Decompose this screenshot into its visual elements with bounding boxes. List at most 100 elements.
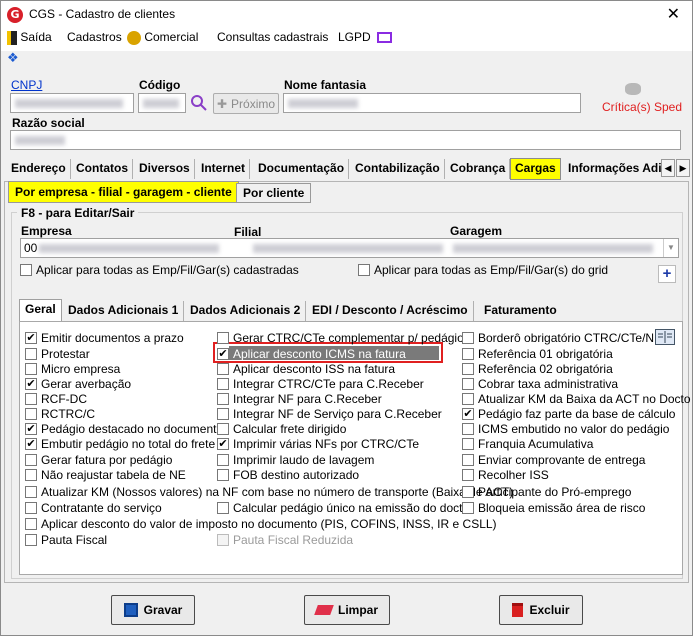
tab-cobranca[interactable]: Cobrança (446, 159, 511, 179)
codigo-field[interactable] (138, 93, 186, 113)
aplicar-cadastradas-checkbox[interactable]: Aplicar para todas as Emp/Fil/Gar(s) cad… (20, 262, 299, 277)
cb-calcular-frete-dirigido[interactable]: Calcular frete dirigido (217, 421, 346, 436)
tab-dados-adicionais-1[interactable]: Dados Adicionais 1 (63, 301, 185, 321)
cb-gerar-ctrc-complementar[interactable]: Gerar CTRC/CTe complementar p/ pedágio (217, 330, 464, 345)
subtab-por-empresa[interactable]: Por empresa - filial - garagem - cliente (8, 181, 239, 203)
dropdown-icon[interactable]: ▼ (663, 239, 678, 257)
cb-aplicar-desconto-imposto[interactable]: Aplicar desconto do valor de imposto no … (25, 516, 497, 531)
aplicar-grid-checkbox[interactable]: Aplicar para todas as Emp/Fil/Gar(s) do … (358, 262, 608, 277)
checkbox-box: ✔ (25, 376, 37, 390)
cb-gerar-fatura-pedagio[interactable]: Gerar fatura por pedágio (25, 452, 172, 467)
excluir-button[interactable]: Excluir (499, 595, 583, 625)
limpar-label: Limpar (337, 603, 378, 617)
close-icon[interactable]: ✕ (667, 4, 680, 23)
tab-contabilizacao[interactable]: Contabilização (351, 159, 445, 179)
gravar-button[interactable]: Gravar (111, 595, 195, 625)
proximo-label: Próximo (231, 96, 276, 111)
cnpj-link[interactable]: CNPJ (11, 78, 42, 92)
tab-scroll-left-icon[interactable]: ◀ (661, 159, 675, 177)
checkbox-label: Referência 01 obrigatória (478, 346, 613, 361)
tab-faturamento[interactable]: Faturamento (479, 301, 562, 321)
add-row-icon[interactable]: + (658, 265, 676, 283)
cb-pedagio-base-calculo[interactable]: ✔ Pedágio faz parte da base de cálculo (462, 406, 675, 421)
checkbox-label: Pauta Fiscal (41, 532, 108, 547)
cb-calcular-pedagio-unico[interactable]: Calcular pedágio único na emissão do doc… (217, 500, 469, 515)
cb-referencia-02[interactable]: Referência 02 obrigatória (462, 361, 613, 376)
book-icon[interactable] (655, 329, 675, 345)
cb-referencia-01[interactable]: Referência 01 obrigatória (462, 346, 613, 361)
cb-rctrc-c[interactable]: RCTRC/C (25, 406, 95, 421)
garagem-label: Garagem (450, 224, 503, 238)
cnpj-field[interactable] (10, 93, 134, 113)
app-logo-icon: G (7, 7, 23, 23)
razao-social-field[interactable] (10, 130, 681, 150)
checkbox-label: Integrar NF para C.Receber (233, 391, 382, 406)
cb-fob-destino[interactable]: FOB destino autorizado (217, 467, 359, 482)
cb-cobrar-taxa[interactable]: Cobrar taxa administrativa (462, 376, 618, 391)
cb-imprimir-laudo[interactable]: Imprimir laudo de lavagem (217, 452, 374, 467)
cb-rcf-dc[interactable]: RCF-DC (25, 391, 87, 406)
cb-gerar-averbacao[interactable]: ✔ Gerar averbação (25, 376, 131, 391)
checkbox-label: Atualizar KM da Baixa da ACT no Docto (478, 391, 691, 406)
proximo-button[interactable]: ✚ Próximo (213, 93, 279, 114)
menu-cadastros-label: Cadastros (67, 30, 122, 44)
checkbox-box: ✔ (217, 346, 229, 360)
tab-informacoes[interactable]: Informações Adi (564, 159, 664, 179)
checkbox-label: Calcular pedágio único na emissão do doc… (233, 500, 470, 515)
checkbox-box: ✔ (462, 406, 474, 420)
cb-emitir-documentos[interactable]: ✔ Emitir documentos a prazo (25, 330, 184, 345)
cb-aplicar-desconto-icms[interactable]: ✔ Aplicar desconto ICMS na fatura (217, 346, 406, 361)
limpar-button[interactable]: Limpar (304, 595, 390, 625)
cb-bloqueia-area-risco[interactable]: Bloqueia emissão área de risco (462, 500, 645, 515)
cb-franquia-acumulativa[interactable]: Franquia Acumulativa (462, 436, 593, 451)
cb-bordero-obrigatorio[interactable]: Borderô obrigatório CTRC/CTe/NF (462, 330, 661, 345)
cb-micro-empresa[interactable]: Micro empresa (25, 361, 120, 376)
cb-pedagio-destacado[interactable]: ✔ Pedágio destacado no documento (25, 421, 223, 436)
tab-diversos[interactable]: Diversos (135, 159, 195, 179)
cb-contratante-servico[interactable]: Contratante do serviço (25, 500, 162, 515)
cb-imprimir-varias-nfs[interactable]: ✔ Imprimir várias NFs por CTRC/CTe (217, 436, 419, 451)
checkbox-box (462, 331, 474, 344)
search-icon[interactable] (190, 94, 208, 112)
cb-nao-reajustar[interactable]: Não reajustar tabela de NE (25, 467, 186, 482)
menu-comercial[interactable]: Comercial (127, 29, 198, 49)
tab-dados-adicionais-2[interactable]: Dados Adicionais 2 (185, 301, 307, 321)
emp-fil-gar-grid[interactable]: 00 ▼ (20, 238, 679, 258)
cb-recolher-iss[interactable]: Recolher ISS (462, 467, 549, 482)
plus-icon: ✚ (216, 96, 228, 111)
menu-cadastros[interactable]: Cadastros (67, 29, 122, 49)
cb-protestar[interactable]: Protestar (25, 346, 90, 361)
cb-integrar-ctrc[interactable]: Integrar CTRC/CTe para C.Receber (217, 376, 424, 391)
checkbox-box: ✔ (25, 436, 37, 450)
nome-fantasia-field[interactable] (283, 93, 581, 113)
menu-consultas[interactable]: Consultas cadastrais (217, 29, 328, 49)
checkbox-box (25, 362, 37, 375)
cb-pauta-fiscal[interactable]: Pauta Fiscal (25, 532, 107, 547)
cb-atualizar-km-nf[interactable]: Atualizar KM (Nossos valores) na NF com … (25, 484, 513, 499)
menu-lgpd[interactable]: LGPD (338, 29, 393, 49)
subtab-por-cliente[interactable]: Por cliente (236, 183, 312, 203)
checkbox-label: Pedágio destacado no documento (41, 421, 224, 436)
checkbox-box (462, 501, 474, 514)
cb-embutir-pedagio[interactable]: ✔ Embutir pedágio no total do frete (25, 436, 215, 451)
tab-contatos[interactable]: Contatos (72, 159, 133, 179)
tab-edi-desconto[interactable]: EDI / Desconto / Acréscimo (307, 301, 474, 321)
checkbox-label: Calcular frete dirigido (233, 421, 347, 436)
checkbox-label: Não reajustar tabela de NE (41, 467, 186, 482)
cb-atualizar-km-baixa[interactable]: Atualizar KM da Baixa da ACT no Docto (462, 391, 691, 406)
tab-internet[interactable]: Internet (197, 159, 251, 179)
cb-pro-emprego[interactable]: Participante do Pró-emprego (462, 484, 631, 499)
tab-endereco[interactable]: Endereço (7, 159, 71, 179)
cb-enviar-comprovante[interactable]: Enviar comprovante de entrega (462, 452, 645, 467)
cb-integrar-nf-servico[interactable]: Integrar NF de Serviço para C.Receber (217, 406, 442, 421)
tab-geral[interactable]: Geral (19, 299, 62, 322)
cb-aplicar-desconto-iss[interactable]: Aplicar desconto ISS na fatura (217, 361, 395, 376)
cb-integrar-nf[interactable]: Integrar NF para C.Receber (217, 391, 382, 406)
tab-cargas[interactable]: Cargas (510, 158, 561, 180)
diamond-logo-icon: ❖ (7, 51, 19, 66)
critica-sped-link[interactable]: Crítica(s) Sped (602, 100, 682, 114)
tab-documentacao[interactable]: Documentação (254, 159, 350, 179)
tab-scroll-right-icon[interactable]: ▶ (676, 159, 690, 177)
menu-saida[interactable]: Saída (7, 29, 52, 49)
cb-icms-embutido[interactable]: ICMS embutido no valor do pedágio (462, 421, 669, 436)
